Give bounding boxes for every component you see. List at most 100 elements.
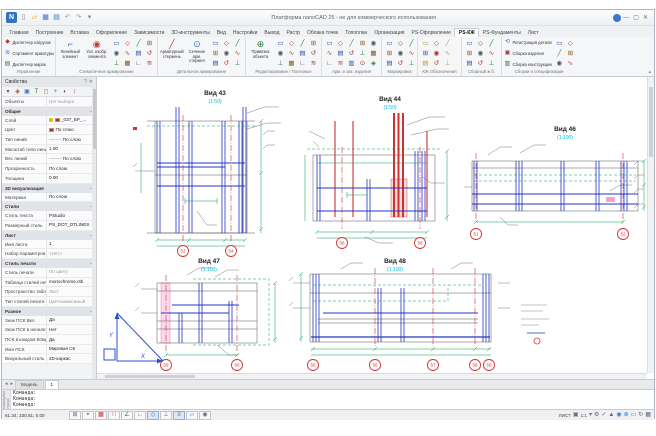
schematic-icon-8[interactable]: ↺ bbox=[144, 49, 155, 59]
monitor-icon[interactable]: ▭ bbox=[631, 411, 637, 420]
command-line-panel[interactable]: Командная строка Команда:Команда:Команда… bbox=[2, 389, 654, 409]
command-prompt-line-3[interactable]: Команда: bbox=[13, 403, 654, 409]
ribbon-tab-зависимости[interactable]: Зависимости bbox=[131, 29, 168, 37]
dynamic-input-toggle[interactable]: ⌖ bbox=[82, 411, 94, 420]
detailed-icon-6[interactable]: ∿ bbox=[232, 49, 243, 59]
property-row-21[interactable]: Тип стилей печатиЦветозависимый bbox=[2, 297, 96, 307]
property-row-19[interactable]: Таблица стилей печатиmonochrome.ctb bbox=[2, 278, 96, 288]
kzh-annotation-icon-3[interactable]: ╱ bbox=[442, 39, 453, 49]
property-row-3[interactable]: ЦветПо слою bbox=[2, 125, 96, 135]
kzh-annotation-icon-1[interactable]: ▭ bbox=[420, 39, 431, 49]
view-44[interactable]: Вид 44 (1:50) bbox=[295, 91, 480, 263]
embedded-icon-3[interactable]: ╱ bbox=[346, 39, 357, 49]
ribbon-tab-оформление[interactable]: Оформление bbox=[92, 29, 130, 37]
property-row-4[interactable]: Тип линий———По слою bbox=[2, 135, 96, 145]
selection-mode-icon[interactable]: ▾ bbox=[4, 88, 12, 96]
ortho-toggle[interactable]: ∟ bbox=[134, 411, 146, 420]
contrast-icon[interactable]: ◐ bbox=[61, 88, 69, 96]
pan-icon[interactable]: ◉ bbox=[616, 411, 621, 420]
osnap-toggle[interactable]: ◇ bbox=[147, 411, 159, 420]
embedded-icon-1[interactable]: ▭ bbox=[324, 39, 335, 49]
property-row-27[interactable]: Визуальный стиль2D-каркас bbox=[2, 354, 96, 364]
view-48[interactable]: Вид 48 (1:100) bbox=[283, 253, 523, 373]
editing-icon-2[interactable]: ◇ bbox=[286, 39, 297, 49]
selection-cycling-toggle[interactable]: ⊞ bbox=[69, 411, 81, 420]
schematic-icon-6[interactable]: ∿ bbox=[122, 49, 133, 59]
layout-tab-scroll-right[interactable]: ▸ bbox=[10, 380, 15, 389]
property-row-8[interactable]: Толщина0.00 bbox=[2, 174, 96, 184]
marking-icon-2[interactable]: ◇ bbox=[395, 39, 406, 49]
property-row-25[interactable]: ПСК в каждом ВЭкранеДа bbox=[2, 335, 96, 345]
marking-icon-1[interactable]: ▭ bbox=[384, 39, 395, 49]
editing-icon-4[interactable]: ⊞ bbox=[308, 39, 319, 49]
drawing-canvas[interactable]: Вид 43 (1:50) bbox=[97, 77, 654, 379]
property-row-15[interactable]: Имя листа1 bbox=[2, 240, 96, 250]
ribbon-tab-растр[interactable]: Растр bbox=[283, 29, 304, 37]
property-row-16[interactable]: Набор параметров листа<Нет> bbox=[2, 249, 96, 259]
layout-tab-scroll-left[interactable]: ◂ bbox=[4, 380, 9, 389]
layer-visibility-icon[interactable] bbox=[49, 118, 53, 122]
register-part-button[interactable]: ⟲Регистрация детали bbox=[504, 39, 552, 46]
dispatcher-loads-button[interactable]: ◆Диспетчер нагрузок bbox=[4, 39, 54, 46]
property-row-12[interactable]: Стиль текстаPStudio bbox=[2, 211, 96, 221]
marking-icon-6[interactable]: ∿ bbox=[406, 49, 417, 59]
refresh-icon[interactable]: ↻ bbox=[638, 411, 643, 420]
space-toggle-button[interactable]: ЛИСТ bbox=[559, 413, 571, 418]
dispatcher-marks-button[interactable]: ▤Диспетчер марок bbox=[4, 61, 54, 68]
detail-annotations[interactable] bbox=[517, 297, 562, 347]
detailed-icon-5[interactable]: ◉ bbox=[221, 49, 232, 59]
linear-element-button[interactable]: ⌐Линейный элемент bbox=[58, 39, 83, 59]
schematic-icon-4[interactable]: ⊞ bbox=[144, 39, 155, 49]
kzh-annotation-icon-6[interactable]: ∿ bbox=[442, 49, 453, 59]
properties-section-Общие[interactable]: Общие− bbox=[2, 107, 96, 116]
app-menu-button[interactable]: N bbox=[6, 12, 17, 23]
detailed-icon-2[interactable]: ◇ bbox=[221, 39, 232, 49]
ribbon-tab-построение[interactable]: Построение bbox=[32, 29, 67, 37]
properties-section-3D визуализация[interactable]: 3D визуализация− bbox=[2, 184, 96, 193]
kzh-annotation-icon-2[interactable]: ◇ bbox=[431, 39, 442, 49]
ribbon-tab-ps-оформление[interactable]: PS-Оформление bbox=[408, 29, 454, 37]
undo-icon[interactable]: ↶ bbox=[63, 13, 72, 23]
schematic-icon-5[interactable]: ◉ bbox=[111, 49, 122, 59]
ribbon-tab-вывод[interactable]: Вывод bbox=[261, 29, 283, 37]
embedded-icon-9[interactable]: ⊥ bbox=[357, 49, 368, 59]
ribbon-tab-облака точек[interactable]: Облака точек bbox=[304, 29, 342, 37]
precast-icon-1[interactable]: ▭ bbox=[464, 39, 475, 49]
layout-tab-1[interactable]: 1 bbox=[45, 380, 60, 390]
add-icon[interactable]: + bbox=[52, 88, 60, 96]
marking-icon-3[interactable]: ╱ bbox=[406, 39, 417, 49]
assembly-icon-1[interactable]: ▭ bbox=[554, 39, 565, 49]
embedded-icon-4[interactable]: ⊞ bbox=[357, 39, 368, 49]
ribbon-tab-главная[interactable]: Главная bbox=[6, 29, 32, 37]
property-row-10[interactable]: МатериалПо слою bbox=[2, 193, 96, 203]
embedded-icon-8[interactable]: ↺ bbox=[346, 49, 357, 59]
vertical-scrollbar[interactable] bbox=[647, 77, 654, 373]
rebar-assortment-button[interactable]: ≋Сортамент арматуры bbox=[4, 50, 54, 57]
view-46[interactable]: Вид 46 (1:100) bbox=[460, 121, 647, 247]
annotation-toggle[interactable]: ◉ bbox=[199, 411, 211, 420]
property-row-24[interactable]: Знак ПСК в начале коор...Нет bbox=[2, 325, 96, 335]
property-row-20[interactable]: Пространство таблиц с...Лист bbox=[2, 287, 96, 297]
ribbon-tab-ps-фундаменты[interactable]: PS-Фундаменты bbox=[479, 29, 524, 37]
rebar-section-button[interactable]: ⊙Сечение арм. стержня bbox=[186, 39, 208, 64]
property-row-2[interactable]: Слой_037_БР_... bbox=[2, 116, 96, 126]
ribbon-tab-организация[interactable]: Организация bbox=[371, 29, 408, 37]
ribbon-tab-настройки[interactable]: Настройки bbox=[229, 29, 261, 37]
snap-toggle[interactable]: ▦ bbox=[95, 411, 107, 420]
qat-menu-icon[interactable]: ▾ bbox=[85, 13, 94, 23]
maximize-button[interactable]: ▢ bbox=[633, 13, 639, 23]
editing-icon-6[interactable]: ∿ bbox=[286, 49, 297, 59]
precast-icon-4[interactable]: ⊞ bbox=[464, 49, 475, 59]
cursor-icon[interactable]: ▲ bbox=[608, 411, 614, 420]
quick-select-icon[interactable]: ◈ bbox=[14, 88, 22, 96]
kzh-annotation-icon-5[interactable]: ◉ bbox=[431, 49, 442, 59]
lock-icon[interactable]: ▣ bbox=[573, 411, 579, 420]
editing-icon-1[interactable]: ▭ bbox=[275, 39, 286, 49]
marking-icon-5[interactable]: ◉ bbox=[395, 49, 406, 59]
minimize-button[interactable]: — bbox=[623, 13, 629, 23]
rebar-bar-button[interactable]: ╱Арматурный стержень bbox=[160, 39, 184, 59]
embedded-icon-2[interactable]: ◇ bbox=[335, 39, 346, 49]
embedded-icon-6[interactable]: ∿ bbox=[324, 49, 335, 59]
node-image-button[interactable]: ◉Узл. изобр. элемента bbox=[85, 39, 110, 59]
save-all-icon[interactable]: ▤ bbox=[52, 13, 61, 23]
